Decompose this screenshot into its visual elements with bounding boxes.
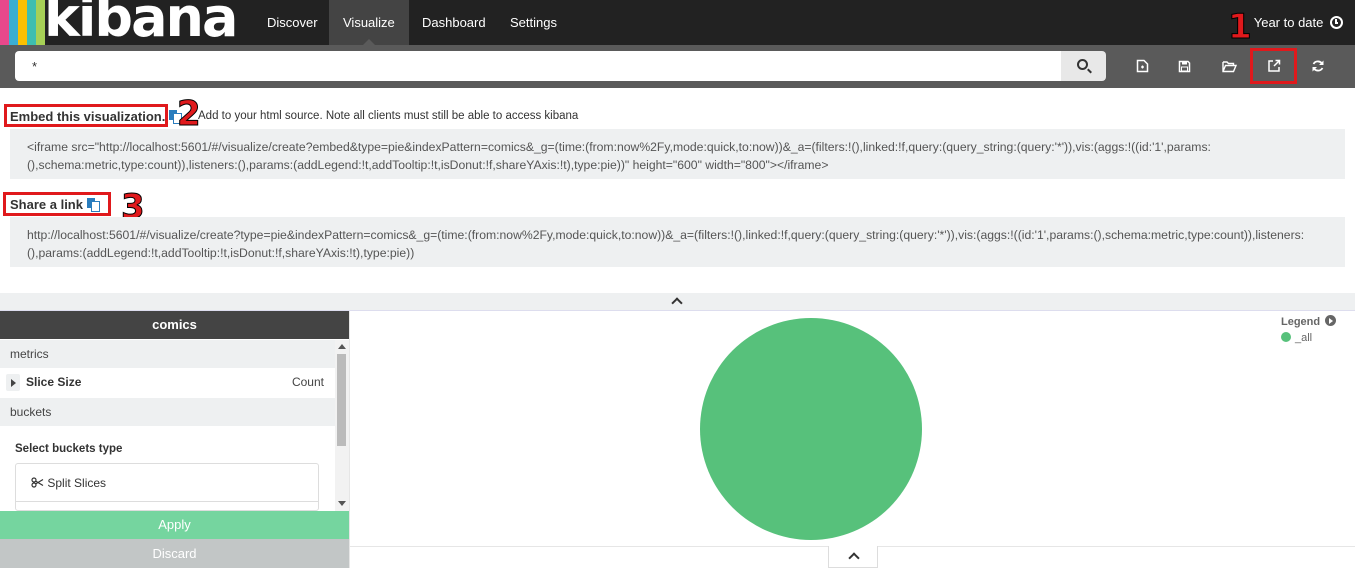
split-slices-button[interactable]: Split Slices (16, 464, 318, 502)
logo-bar (27, 0, 36, 45)
legend-title: Legend (1281, 316, 1321, 328)
chevron-up-icon (671, 297, 683, 309)
refresh-icon (1312, 60, 1324, 72)
tab-settings[interactable]: Settings (496, 0, 571, 45)
annotation-highlight-link (3, 192, 111, 216)
annotation-highlight-share (1250, 48, 1297, 84)
visualization-area: Legend _all (349, 311, 1355, 568)
scrollbar-thumb[interactable] (337, 354, 346, 446)
buckets-body: Select buckets type Split Slices (0, 426, 335, 511)
slice-size-row[interactable]: Slice Size Count (0, 368, 335, 397)
search-bar (0, 45, 1355, 88)
sidebar-scrollbar[interactable] (335, 340, 349, 511)
search-icon (1077, 59, 1088, 70)
discard-button[interactable]: Discard (0, 539, 349, 568)
legend-toggle[interactable]: Legend (1281, 315, 1337, 328)
top-navbar: kibana Discover Visualize Dashboard Sett… (0, 0, 1355, 45)
save-icon (1178, 60, 1190, 73)
logo-text: kibana (44, 0, 238, 45)
logo-bar (9, 0, 18, 45)
logo-color-bars (0, 0, 45, 45)
tab-discover[interactable]: Discover (253, 0, 332, 45)
kibana-logo[interactable]: kibana (0, 0, 250, 45)
slice-size-label: Slice Size (26, 375, 82, 389)
time-picker[interactable]: Year to date (1254, 0, 1343, 45)
spy-panel-toggle[interactable] (828, 546, 878, 568)
pie-slice-_all[interactable] (700, 318, 922, 540)
new-visualization-button[interactable] (1126, 51, 1158, 81)
scroll-up-arrow[interactable] (338, 344, 346, 349)
new-visualization-icon (1136, 59, 1148, 73)
chevron-up-icon (848, 552, 860, 564)
select-buckets-label: Select buckets type (15, 443, 123, 455)
logo-bar (0, 0, 9, 45)
tab-visualize[interactable]: Visualize (329, 0, 409, 45)
refresh-button[interactable] (1302, 51, 1334, 81)
open-icon (1221, 61, 1237, 73)
annotation-number-1: 1 (1228, 7, 1253, 47)
split-slices-label: Split Slices (47, 476, 107, 490)
buckets-section-header: buckets (0, 398, 335, 426)
tab-dashboard[interactable]: Dashboard (408, 0, 500, 45)
legend-color-dot (1281, 332, 1291, 342)
annotation-number-2: 2 (177, 94, 202, 134)
search-input[interactable] (15, 51, 1061, 81)
annotation-highlight-embed (4, 104, 168, 127)
index-pattern-title: comics (0, 311, 349, 339)
search-button[interactable] (1061, 51, 1106, 81)
bucket-type-list: Split Slices (15, 463, 319, 511)
open-button[interactable] (1213, 51, 1245, 81)
time-picker-label: Year to date (1253, 15, 1324, 30)
scissors-icon (31, 477, 44, 488)
logo-bar (18, 0, 27, 45)
save-button[interactable] (1168, 51, 1200, 81)
legend-item-label: _all (1295, 332, 1313, 344)
share-collapse-bar[interactable] (0, 293, 1355, 311)
legend-item[interactable]: _all (1281, 332, 1312, 344)
caret-right-icon[interactable] (6, 374, 20, 391)
pie-chart (700, 318, 922, 540)
metrics-section-header: metrics (0, 340, 335, 368)
slice-size-value: Count (291, 375, 324, 389)
share-link-box[interactable]: http://localhost:5601/#/visualize/create… (10, 217, 1345, 267)
scroll-down-arrow[interactable] (338, 501, 346, 506)
arrow-right-circle-icon (1325, 315, 1337, 326)
vis-editor-sidebar: comics metrics Slice Size Count buckets … (0, 311, 349, 568)
embed-note: Add to your html source. Note all client… (198, 110, 579, 122)
clock-icon (1330, 16, 1343, 29)
embed-code-box[interactable]: <iframe src="http://localhost:5601/#/vis… (10, 129, 1345, 179)
apply-button[interactable]: Apply (0, 511, 349, 539)
